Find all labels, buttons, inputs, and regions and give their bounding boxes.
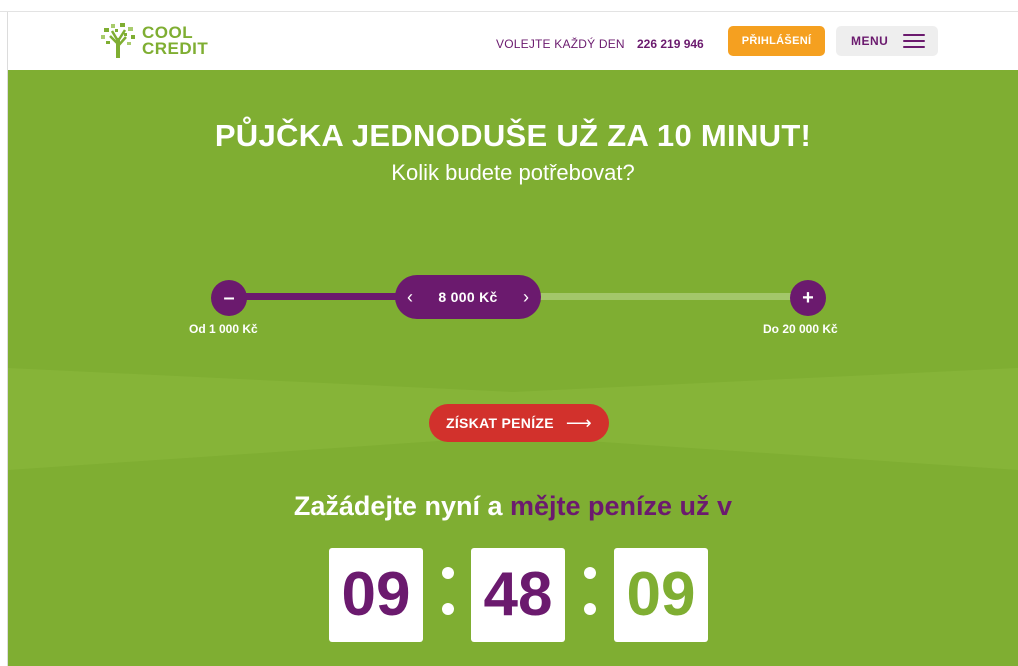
page: COOL CREDIT VOLEJTE KAŽDÝ DEN 226 219 94… xyxy=(0,0,1018,666)
countdown-title-part-2: mějte peníze už v xyxy=(510,491,733,521)
hero-section: PŮJČKA JEDNODUŠE UŽ ZA 10 MINUT! Kolik b… xyxy=(8,70,1018,666)
logo-text: COOL CREDIT xyxy=(142,24,209,58)
hero-headline: PŮJČKA JEDNODUŠE UŽ ZA 10 MINUT! xyxy=(214,118,812,153)
tree-logo-icon xyxy=(98,22,138,60)
loan-amount-value: 8 000 Kč xyxy=(438,289,498,305)
countdown-title-part-1: Zažádejte nyní a xyxy=(293,491,503,521)
chevron-left-icon[interactable]: ‹ xyxy=(407,287,413,308)
countdown-minutes: 48 xyxy=(471,548,565,642)
countdown-hours: 09 xyxy=(329,548,423,642)
chevron-right-icon[interactable]: › xyxy=(523,287,529,308)
logo-line-2: CREDIT xyxy=(142,39,209,58)
logo[interactable]: COOL CREDIT xyxy=(98,22,208,60)
login-button[interactable]: PŘIHLÁŠENÍ xyxy=(728,26,825,56)
get-money-label: ZÍSKAT PENÍZE xyxy=(446,415,554,431)
phone-number[interactable]: 226 219 946 xyxy=(637,37,704,51)
countdown-title: Zažádejte nyní a mějte peníze už v xyxy=(8,491,1018,522)
slider-handle[interactable]: ‹ 8 000 Kč › xyxy=(395,275,541,319)
hero-subline: Kolik budete potřebovat? xyxy=(391,160,635,185)
countdown-seconds: 09 xyxy=(614,548,708,642)
countdown-separator xyxy=(584,567,596,617)
site-header: COOL CREDIT VOLEJTE KAŽDÝ DEN 226 219 94… xyxy=(8,12,1018,70)
countdown-separator xyxy=(442,567,454,617)
call-label: VOLEJTE KAŽDÝ DEN xyxy=(496,37,625,51)
menu-button[interactable]: MENU xyxy=(836,26,938,56)
browser-top-edge xyxy=(0,0,1018,12)
menu-label: MENU xyxy=(851,34,889,48)
browser-left-edge xyxy=(0,12,8,666)
hamburger-icon xyxy=(903,34,926,48)
max-amount-label: Do 20 000 Kč xyxy=(763,322,838,336)
decrease-button[interactable]: – xyxy=(211,280,247,316)
increase-button[interactable]: + xyxy=(790,280,826,316)
get-money-button[interactable]: ZÍSKAT PENÍZE ⟶ xyxy=(429,404,609,442)
min-amount-label: Od 1 000 Kč xyxy=(189,322,258,336)
arrow-right-icon: ⟶ xyxy=(565,412,592,433)
